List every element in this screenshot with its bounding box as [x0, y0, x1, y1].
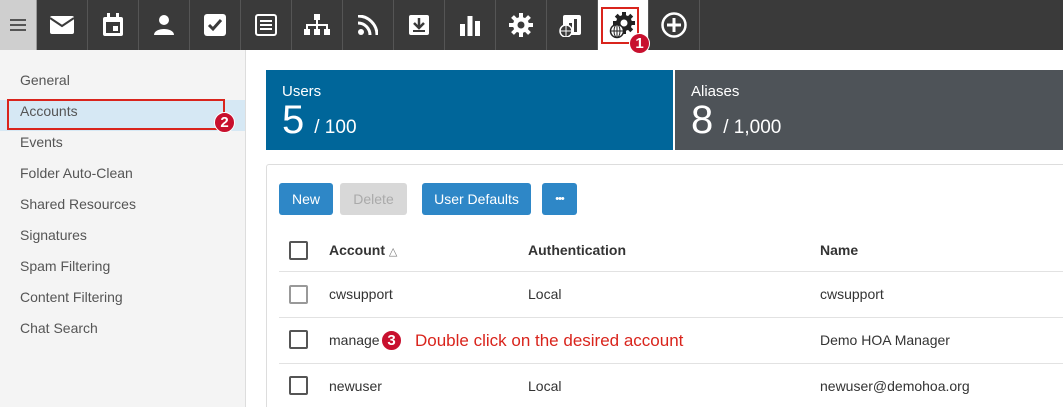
aliases-card-title: Aliases — [691, 83, 740, 100]
sidebar-item-spam-filtering[interactable]: Spam Filtering — [0, 255, 245, 286]
settings-icon[interactable] — [496, 0, 547, 50]
column-header-label: Account — [329, 242, 385, 258]
aliases-limit: / 1,000 — [723, 117, 782, 138]
column-header-account[interactable]: Account △ — [329, 242, 397, 258]
sitemap-icon[interactable] — [292, 0, 343, 50]
delete-button[interactable]: Delete — [340, 183, 407, 215]
notes-icon[interactable] — [241, 0, 292, 50]
sort-ascending-icon: △ — [388, 246, 398, 258]
row-checkbox[interactable] — [289, 376, 308, 395]
add-icon[interactable] — [649, 0, 700, 50]
sidebar-item-general[interactable]: General — [0, 69, 245, 100]
settings-sidebar: General Accounts Events Folder Auto-Clea… — [0, 50, 246, 407]
users-card[interactable]: Users 5 / 100 — [266, 70, 673, 150]
row-divider — [279, 317, 1063, 318]
highlight-box — [7, 99, 225, 130]
step-3-badge: 3 — [381, 330, 402, 351]
step-1-badge: 1 — [629, 33, 650, 54]
new-button[interactable]: New — [279, 183, 333, 215]
authentication-cell: Local — [528, 378, 562, 394]
rss-icon[interactable] — [343, 0, 394, 50]
domain-reports-icon[interactable] — [547, 0, 598, 50]
menu-icon[interactable] — [0, 0, 37, 50]
account-cell: cwsupport — [329, 286, 393, 302]
sidebar-item-content-filtering[interactable]: Content Filtering — [0, 286, 245, 317]
authentication-cell: Local — [528, 286, 562, 302]
name-cell: Demo HOA Manager — [820, 332, 950, 348]
user-defaults-button[interactable]: User Defaults — [422, 183, 531, 215]
users-count: 5 — [282, 98, 305, 142]
row-divider — [279, 363, 1063, 364]
calendar-icon[interactable] — [88, 0, 139, 50]
sidebar-item-accounts[interactable]: Accounts — [0, 99, 245, 131]
users-limit: / 100 — [314, 117, 357, 138]
name-cell: newuser@demohoa.org — [820, 378, 970, 394]
sidebar-item-shared-resources[interactable]: Shared Resources — [0, 193, 245, 224]
name-cell: cwsupport — [820, 286, 884, 302]
account-cell: newuser — [329, 378, 382, 394]
tasks-icon[interactable] — [190, 0, 241, 50]
download-icon[interactable] — [394, 0, 445, 50]
row-checkbox[interactable] — [289, 285, 308, 304]
account-cell: manage — [329, 332, 380, 348]
aliases-count: 8 — [691, 98, 714, 142]
select-all-checkbox[interactable] — [289, 241, 308, 260]
row-checkbox[interactable] — [289, 330, 308, 349]
contacts-icon[interactable] — [139, 0, 190, 50]
column-header-name[interactable]: Name — [820, 242, 858, 258]
sidebar-item-events[interactable]: Events — [0, 131, 245, 162]
column-header-authentication[interactable]: Authentication — [528, 242, 626, 258]
users-card-title: Users — [282, 83, 322, 100]
main-toolbar — [0, 0, 1063, 50]
row-divider — [279, 271, 1063, 272]
mail-icon[interactable] — [37, 0, 88, 50]
chart-icon[interactable] — [445, 0, 496, 50]
instruction-annotation: Double click on the desired account — [415, 331, 684, 350]
sidebar-item-signatures[interactable]: Signatures — [0, 224, 245, 255]
sidebar-item-chat-search[interactable]: Chat Search — [0, 317, 245, 348]
aliases-card[interactable]: Aliases 8 / 1,000 — [675, 70, 1063, 150]
step-2-badge: 2 — [214, 112, 235, 133]
sidebar-item-folder-auto-clean[interactable]: Folder Auto-Clean — [0, 162, 245, 193]
more-options-button[interactable]: ••• — [542, 183, 577, 215]
